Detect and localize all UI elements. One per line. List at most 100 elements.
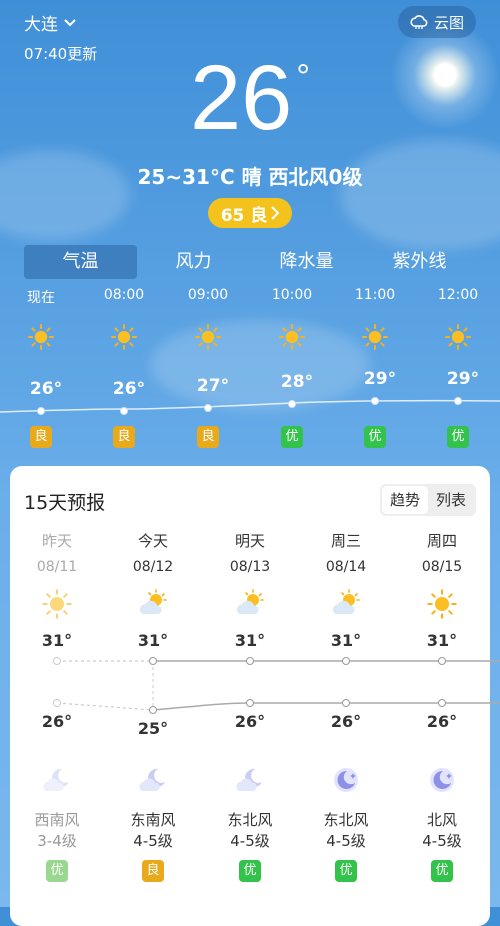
wind-direction: 东北风 bbox=[227, 811, 273, 829]
day-name: 周四 bbox=[426, 532, 457, 550]
hour-temp-dot bbox=[204, 404, 212, 412]
day-low-temp: 26° bbox=[426, 712, 458, 731]
high-temp-dot bbox=[53, 657, 61, 665]
cloud-radar-label: 云图 bbox=[433, 13, 464, 32]
day-weather-icon bbox=[137, 588, 169, 624]
sun-cloud-icon bbox=[332, 589, 360, 614]
aqi-label: 65 良 bbox=[220, 205, 268, 226]
toggle-trend[interactable]: 趋势 bbox=[382, 486, 428, 514]
wind-level: 4-5级 bbox=[133, 832, 173, 850]
low-temp-dot bbox=[438, 699, 446, 707]
hour-weather bbox=[361, 323, 389, 355]
tab-wind[interactable]: 风力 bbox=[137, 245, 250, 279]
day-high-temp: 31° bbox=[137, 631, 169, 650]
day-item[interactable]: 今天 08/12 bbox=[113, 530, 193, 575]
day-item[interactable]: 明天 08/13 bbox=[210, 530, 290, 575]
high-temp-dot bbox=[342, 657, 350, 665]
night-weather-icon bbox=[330, 764, 362, 800]
sun-icon bbox=[27, 323, 55, 351]
day-date: 08/12 bbox=[132, 559, 174, 575]
hourly-item: 09:00 bbox=[178, 287, 238, 303]
hour-aqi-badge: 良 bbox=[30, 426, 52, 448]
day-date: 08/11 bbox=[36, 559, 78, 575]
day-date: 08/13 bbox=[229, 559, 271, 575]
hour-temp-dot bbox=[371, 397, 379, 405]
sun-icon bbox=[278, 323, 306, 351]
day-aqi-badge: 优 bbox=[239, 860, 261, 882]
hourly-item: 12:00 bbox=[428, 287, 488, 303]
day-high-temp: 31° bbox=[234, 631, 266, 650]
sun-icon bbox=[194, 323, 222, 351]
hour-time: 08:00 bbox=[103, 287, 145, 303]
hour-weather bbox=[444, 323, 472, 355]
wind-direction: 东南风 bbox=[130, 811, 176, 829]
sun-icon bbox=[110, 323, 138, 351]
weather-summary: 25~31°C 晴 西北风0级 bbox=[137, 165, 363, 189]
hour-temp: 26° bbox=[112, 379, 146, 399]
day-name: 今天 bbox=[137, 532, 168, 550]
hour-weather bbox=[27, 323, 55, 355]
night-weather-icon bbox=[41, 764, 73, 800]
wind-level: 4-5级 bbox=[422, 832, 462, 850]
day-aqi-badge: 优 bbox=[46, 860, 68, 882]
hour-temp: 28° bbox=[280, 372, 314, 392]
day-name: 周三 bbox=[330, 532, 361, 550]
day-wind: 东南风 4-5级 bbox=[113, 810, 193, 852]
hour-weather bbox=[110, 323, 138, 355]
toggle-list[interactable]: 列表 bbox=[428, 486, 474, 514]
cloud-radar-icon bbox=[410, 15, 428, 29]
wind-direction: 东北风 bbox=[323, 811, 369, 829]
forecast-title: 15天预报 bbox=[24, 492, 106, 514]
low-temp-dot bbox=[342, 699, 350, 707]
tab-uv[interactable]: 紫外线 bbox=[363, 245, 476, 279]
day-weather-icon bbox=[426, 588, 458, 624]
hour-weather bbox=[278, 323, 306, 355]
day-item[interactable]: 昨天 08/11 bbox=[17, 530, 97, 575]
low-temp-dot bbox=[53, 699, 61, 707]
hour-temp: 29° bbox=[363, 369, 397, 389]
cloud-radar-button[interactable]: 云图 bbox=[397, 6, 476, 38]
day-low-temp: 26° bbox=[234, 712, 266, 731]
sun-icon bbox=[42, 589, 72, 619]
city-selector[interactable]: 大连 bbox=[24, 10, 76, 35]
hour-time: 现在 bbox=[27, 290, 55, 306]
day-aqi-badge: 良 bbox=[142, 860, 164, 882]
chevron-down-icon bbox=[64, 18, 76, 26]
hour-time: 10:00 bbox=[271, 287, 313, 303]
hour-weather bbox=[194, 323, 222, 355]
tab-precipitation[interactable]: 降水量 bbox=[250, 245, 363, 279]
day-date: 08/14 bbox=[325, 559, 367, 575]
day-aqi-badge: 优 bbox=[431, 860, 453, 882]
low-temp-dot bbox=[149, 706, 157, 714]
day-low-temp: 26° bbox=[41, 712, 73, 731]
hour-aqi-badge: 良 bbox=[113, 426, 135, 448]
day-item[interactable]: 周三 08/14 bbox=[306, 530, 386, 575]
wind-direction: 西南风 bbox=[34, 811, 80, 829]
high-temp-dot bbox=[246, 657, 254, 665]
day-wind: 北风 4-5级 bbox=[402, 810, 482, 852]
tab-temperature[interactable]: 气温 bbox=[24, 245, 137, 279]
day-wind: 东北风 4-5级 bbox=[306, 810, 386, 852]
wind-level: 3-4级 bbox=[37, 832, 77, 850]
day-item[interactable]: 周四 08/15 bbox=[402, 530, 482, 575]
low-temp-dot bbox=[246, 699, 254, 707]
hour-temp-dot bbox=[288, 400, 296, 408]
moon-cloud-icon bbox=[139, 768, 165, 791]
hour-time: 11:00 bbox=[354, 287, 396, 303]
hour-aqi-badge: 良 bbox=[197, 426, 219, 448]
moon-star-icon bbox=[334, 768, 358, 792]
aqi-button[interactable]: 65 良 bbox=[208, 198, 292, 228]
high-temp-dot bbox=[438, 657, 446, 665]
day-name: 明天 bbox=[234, 532, 265, 550]
hour-aqi-badge: 优 bbox=[281, 426, 303, 448]
day-high-temp: 31° bbox=[41, 631, 73, 650]
hour-aqi-badge: 优 bbox=[364, 426, 386, 448]
wind-level: 4-5级 bbox=[326, 832, 366, 850]
day-low-temp: 26° bbox=[330, 712, 362, 731]
hour-time: 12:00 bbox=[437, 287, 479, 303]
night-weather-icon bbox=[234, 764, 266, 800]
hour-temp-dot bbox=[454, 397, 462, 405]
high-temp-dot bbox=[149, 657, 157, 665]
sun-icon bbox=[361, 323, 389, 351]
hour-aqi-badge: 优 bbox=[447, 426, 469, 448]
